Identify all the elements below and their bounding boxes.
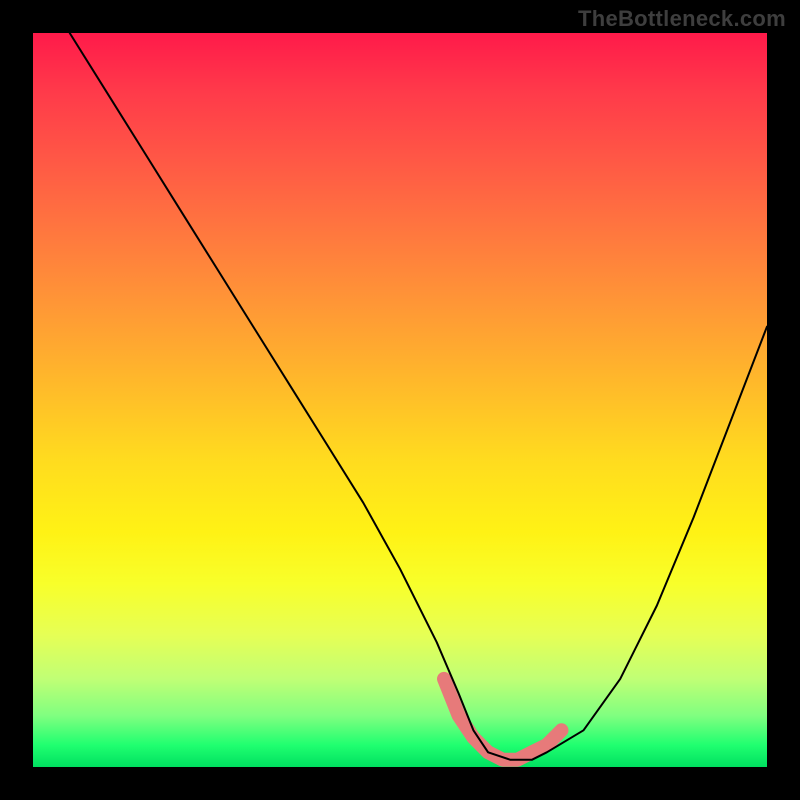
watermark-text: TheBottleneck.com	[578, 6, 786, 32]
chart-frame: TheBottleneck.com	[0, 0, 800, 800]
plot-area	[33, 33, 767, 767]
chart-svg	[33, 33, 767, 767]
bottleneck-curve	[70, 33, 767, 760]
highlight-curve	[444, 679, 562, 760]
